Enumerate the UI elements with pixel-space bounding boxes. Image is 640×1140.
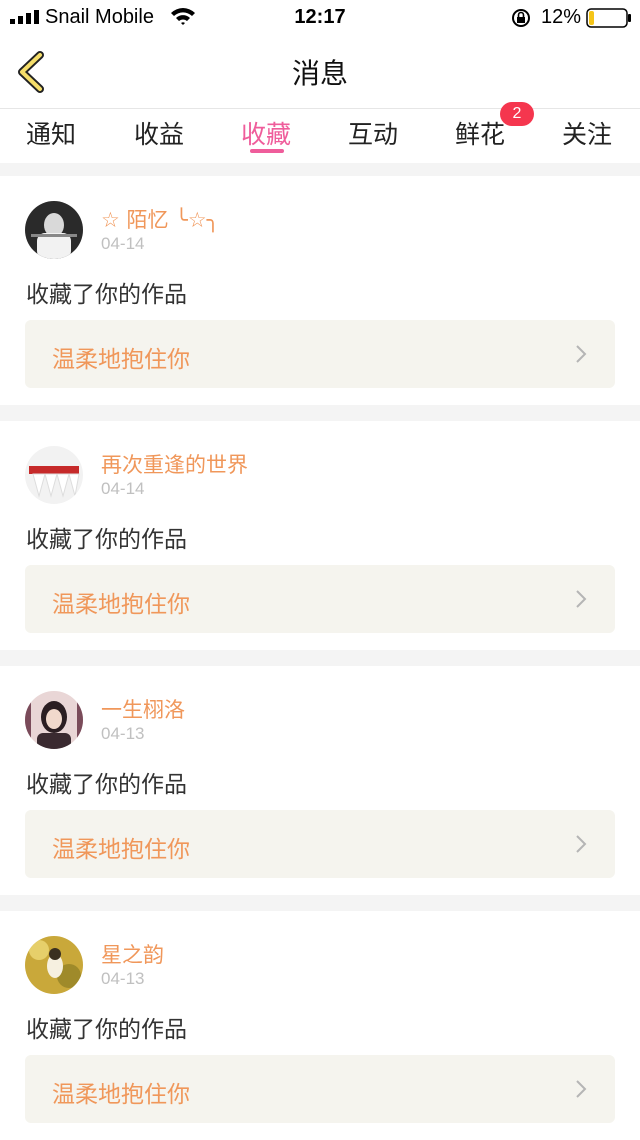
work-link[interactable]: 温柔地抱住你	[25, 810, 615, 878]
username[interactable]: 再次重逢的世界	[101, 449, 248, 479]
timestamp: 04-14	[101, 479, 145, 498]
chevron-right-icon	[576, 835, 587, 853]
work-link[interactable]: 温柔地抱住你	[25, 320, 615, 388]
avatar[interactable]	[25, 936, 83, 994]
list-item[interactable]: 一生栩洛 04-13 收藏了你的作品 温柔地抱住你	[0, 666, 640, 895]
nav-header: 消息	[0, 34, 640, 109]
work-title: 温柔地抱住你	[52, 1082, 190, 1108]
activity-text: 收藏了你的作品	[26, 282, 187, 308]
avatar[interactable]	[25, 691, 83, 749]
work-link[interactable]: 温柔地抱住你	[25, 1055, 615, 1123]
page-title: 消息	[291, 57, 348, 90]
activity-text: 收藏了你的作品	[26, 1017, 187, 1043]
chevron-right-icon	[576, 345, 587, 363]
username[interactable]: 一生栩洛	[101, 694, 185, 724]
status-bar: Snail Mobile 12:17 12%	[0, 0, 640, 34]
tab-notifications[interactable]: 通知	[11, 115, 91, 151]
chevron-right-icon	[576, 1080, 587, 1098]
work-link[interactable]: 温柔地抱住你	[25, 565, 615, 633]
battery-percent: 12%	[541, 6, 582, 28]
tab-interactions[interactable]: 互动	[333, 115, 413, 151]
work-title: 温柔地抱住你	[52, 837, 190, 863]
tab-earnings[interactable]: 收益	[119, 115, 199, 151]
activity-text: 收藏了你的作品	[26, 772, 187, 798]
list-item[interactable]: 再次重逢的世界 04-14 收藏了你的作品 温柔地抱住你	[0, 421, 640, 650]
battery-icon	[586, 8, 631, 28]
timestamp: 04-13	[101, 969, 145, 988]
timestamp: 04-14	[101, 234, 145, 253]
tab-bar: 通知 收益 收藏 互动 鲜花 关注	[0, 109, 640, 163]
active-tab-indicator	[250, 149, 284, 153]
rotation-lock-icon	[512, 9, 530, 27]
tab-following[interactable]: 关注	[547, 115, 627, 151]
work-title: 温柔地抱住你	[52, 592, 190, 618]
chevron-right-icon	[576, 590, 587, 608]
tab-favorites[interactable]: 收藏	[226, 115, 306, 151]
timestamp: 04-13	[101, 724, 145, 743]
activity-text: 收藏了你的作品	[26, 527, 187, 553]
username[interactable]: ☆ 陌忆 ╰☆╮	[101, 204, 219, 234]
list-item[interactable]: ☆ 陌忆 ╰☆╮ 04-14 收藏了你的作品 温柔地抱住你	[0, 176, 640, 405]
username[interactable]: 星之韵	[101, 939, 164, 969]
work-title: 温柔地抱住你	[52, 347, 190, 373]
avatar[interactable]	[25, 446, 83, 504]
list-item[interactable]: 星之韵 04-13 收藏了你的作品 温柔地抱住你	[0, 911, 640, 1140]
avatar[interactable]	[25, 201, 83, 259]
flowers-badge: 2	[500, 102, 534, 126]
